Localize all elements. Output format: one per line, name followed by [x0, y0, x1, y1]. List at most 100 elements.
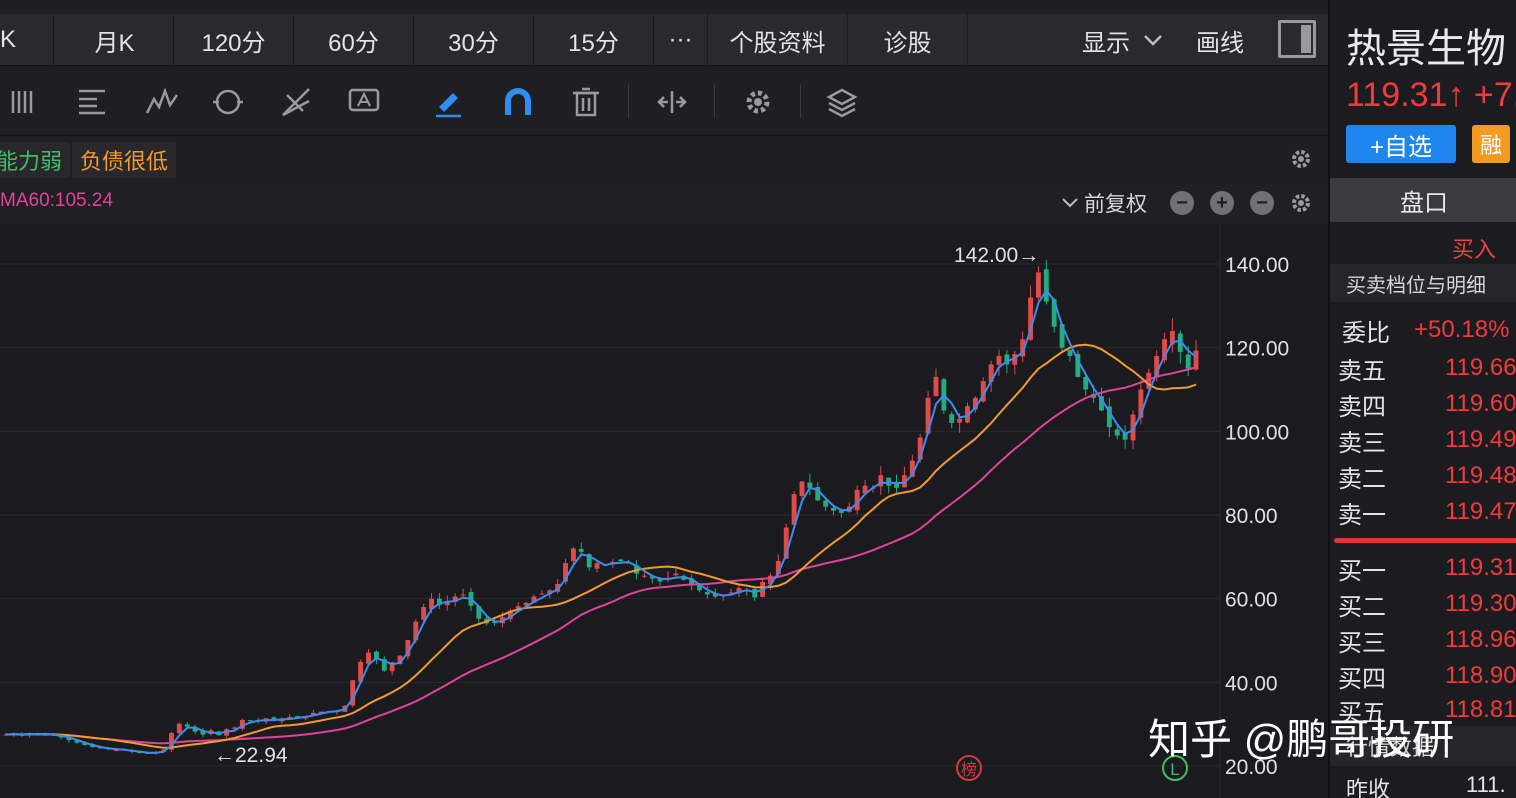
- trash-icon[interactable]: [564, 80, 608, 124]
- draw-line-button[interactable]: 画线: [1196, 14, 1244, 66]
- buy-button[interactable]: 买入: [1452, 232, 1496, 264]
- tag-ability-weak[interactable]: 能力弱: [0, 142, 71, 178]
- bid-label: 买三: [1338, 629, 1386, 657]
- margin-badge[interactable]: 融: [1472, 125, 1510, 163]
- layers-icon[interactable]: [820, 80, 864, 124]
- candle-body: [704, 592, 710, 595]
- order-book-title[interactable]: 买卖档位与明细: [1330, 264, 1516, 302]
- candle-body: [752, 589, 758, 598]
- adjust-dropdown[interactable]: 前复权: [1060, 188, 1147, 218]
- candle-body: [176, 723, 182, 734]
- cycle-icon[interactable]: [206, 80, 250, 124]
- y-tick-label: 60.00: [1225, 589, 1278, 612]
- tag-low-debt[interactable]: 负债很低: [72, 142, 177, 178]
- text-icon[interactable]: [342, 80, 386, 124]
- candle-body: [957, 418, 963, 423]
- add-favorite-button[interactable]: +自选: [1346, 125, 1456, 163]
- candle-body: [247, 720, 253, 722]
- tab-120min[interactable]: 120分: [174, 14, 294, 66]
- ask-price: 119.47: [1445, 498, 1516, 525]
- bid-row[interactable]: 买四 118.90: [1330, 658, 1516, 694]
- remove-indicator-icon[interactable]: −: [1250, 191, 1274, 215]
- tab-30min[interactable]: 30分: [414, 14, 534, 66]
- y-tick-label: 80.00: [1225, 505, 1278, 528]
- bid-label: 买四: [1338, 665, 1386, 693]
- display-dropdown[interactable]: 显示: [1082, 14, 1166, 66]
- candle-body: [460, 594, 466, 596]
- ma-long-line: [5, 366, 1197, 745]
- y-tick-label: 40.00: [1225, 672, 1278, 695]
- ask-price: 119.66: [1445, 354, 1516, 381]
- columns-icon[interactable]: [2, 80, 46, 124]
- candle-body: [366, 652, 371, 664]
- candle-body: [831, 507, 836, 511]
- tab-pankou[interactable]: 盘口: [1330, 178, 1516, 222]
- candle-body: [1067, 349, 1073, 357]
- candle-body: [570, 548, 576, 562]
- tab-k[interactable]: K: [0, 14, 54, 66]
- tab-15min[interactable]: 15分: [534, 14, 654, 66]
- candle-body: [184, 724, 190, 727]
- bid-row[interactable]: 买一 119.31: [1330, 550, 1516, 586]
- ma60-readout: MA60:105.24: [0, 190, 114, 211]
- tab-month-k[interactable]: 月K: [56, 14, 174, 66]
- ask-label: 卖五: [1338, 357, 1386, 385]
- candle-body: [949, 414, 955, 423]
- tab-diagnose[interactable]: 诊股: [848, 14, 968, 66]
- toolbar-divider: [714, 84, 715, 118]
- pen-icon[interactable]: [426, 80, 470, 124]
- chart-settings-icon[interactable]: [1288, 190, 1314, 221]
- tab-stock-profile[interactable]: 个股资料: [708, 14, 848, 66]
- tab-60min[interactable]: 60分: [294, 14, 414, 66]
- y-tick-label: 100.00: [1225, 421, 1289, 444]
- candle-body: [1035, 272, 1041, 298]
- candle-body: [996, 356, 1002, 365]
- top-strip: [0, 0, 1328, 14]
- ma-short-line: [5, 288, 1197, 754]
- stock-name: 热景生物: [1346, 27, 1506, 71]
- chevron-down-icon: [1062, 198, 1078, 208]
- settings-icon[interactable]: [736, 80, 780, 124]
- order-ratio-row: 委比 +50.18%: [1330, 312, 1516, 348]
- y-tick-label: 120.00: [1225, 338, 1289, 361]
- order-ratio-label: 委比: [1342, 319, 1390, 347]
- bid-row[interactable]: 买二 119.30: [1330, 586, 1516, 622]
- watermark: 知乎 @鹏哥投研: [1148, 716, 1455, 763]
- fan-icon[interactable]: [274, 80, 318, 124]
- kline-chart[interactable]: 140.00 120.00 100.00 80.00 60.00 40.00 20.00 1…: [0, 224, 1328, 798]
- spread-divider: [1334, 538, 1516, 543]
- rank-marker-text: 榜: [961, 761, 977, 779]
- bid-row[interactable]: 买三 118.96: [1330, 622, 1516, 658]
- candle-body: [933, 376, 939, 397]
- kline-svg[interactable]: 140.00120.00100.0080.0060.0040.0020.00 1…: [0, 224, 1328, 798]
- candle-body: [799, 481, 805, 496]
- zigzag-icon[interactable]: [140, 80, 184, 124]
- adjust-label: 前复权: [1084, 193, 1147, 216]
- bid-price: 119.30: [1445, 590, 1516, 617]
- magnet-icon[interactable]: [496, 80, 540, 124]
- ask-label: 卖四: [1338, 393, 1386, 421]
- tab-more[interactable]: ···: [654, 14, 708, 66]
- range-icon[interactable]: [650, 80, 694, 124]
- ask-label: 卖一: [1338, 501, 1386, 529]
- toolbar-divider: [628, 84, 629, 118]
- list-icon[interactable]: [70, 80, 114, 124]
- candle-body: [1043, 269, 1049, 302]
- ask-row[interactable]: 卖四 119.60: [1330, 386, 1516, 422]
- zoom-in-icon[interactable]: +: [1210, 191, 1234, 215]
- ask-row[interactable]: 卖三 119.49: [1330, 422, 1516, 458]
- low-annotation: ←22.94: [214, 744, 288, 767]
- toolbar-divider: [800, 84, 801, 118]
- ask-row[interactable]: 卖二 119.48: [1330, 458, 1516, 494]
- ask-row[interactable]: 卖五 119.66: [1330, 350, 1516, 386]
- candles: [3, 259, 1199, 755]
- candle-body: [886, 477, 892, 486]
- ask-price: 119.48: [1445, 462, 1516, 489]
- rank-marker[interactable]: 榜: [956, 755, 982, 781]
- high-annotation: 142.00→: [954, 244, 1039, 267]
- ask-row[interactable]: 卖一 119.47: [1330, 494, 1516, 530]
- panel-toggle-icon[interactable]: [1278, 20, 1316, 58]
- bid-price: 118.90: [1445, 662, 1516, 689]
- tag-settings-icon[interactable]: [1288, 146, 1314, 177]
- zoom-out-icon[interactable]: −: [1170, 191, 1194, 215]
